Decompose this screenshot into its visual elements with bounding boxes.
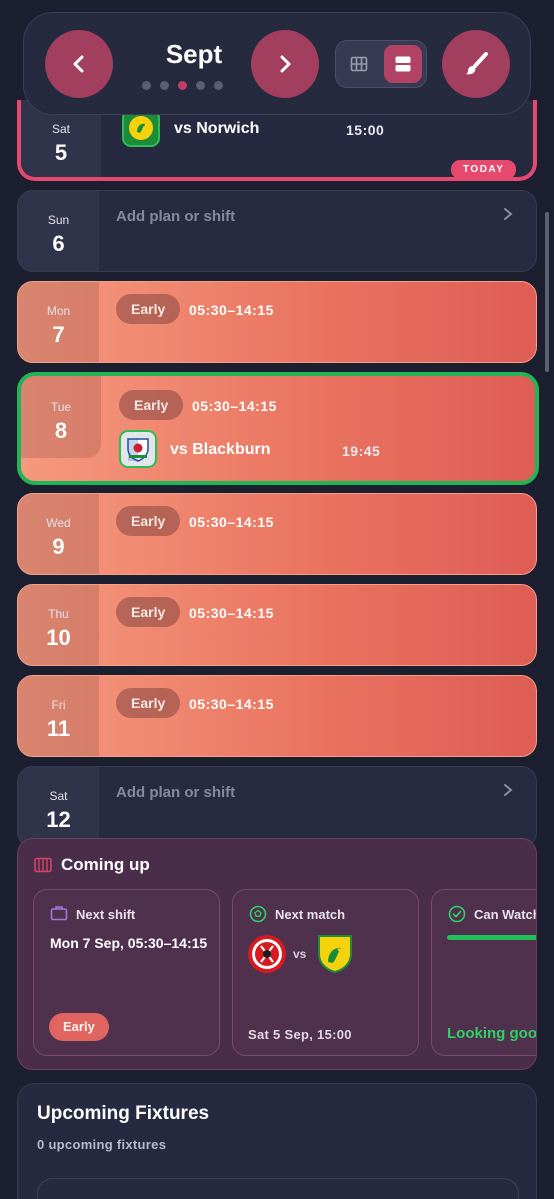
day-card-shift[interactable]: Wed 9 Early 05:30–14:15 bbox=[17, 493, 537, 575]
card-title: Can Watch bbox=[474, 907, 537, 922]
fixtures-list bbox=[37, 1178, 519, 1199]
theme-button[interactable] bbox=[442, 30, 510, 98]
page-dot[interactable] bbox=[214, 81, 223, 90]
calendar-icon bbox=[34, 857, 52, 873]
can-watch-card[interactable]: Can Watch Looking good bbox=[431, 889, 537, 1056]
chevron-right-icon bbox=[280, 55, 291, 73]
card-title: Next shift bbox=[76, 907, 136, 922]
day-number: 5 bbox=[54, 140, 68, 165]
day-number: 6 bbox=[52, 231, 65, 256]
add-plan-prompt[interactable]: Add plan or shift bbox=[116, 208, 235, 225]
shift-type-pill: Early bbox=[49, 1013, 109, 1041]
coming-up-panel: Coming up Next shift Mon 7 Sep, 05:30–14… bbox=[17, 838, 537, 1070]
day-number: 12 bbox=[46, 807, 71, 832]
football-icon bbox=[249, 905, 267, 923]
briefcase-icon bbox=[50, 906, 68, 921]
vs-label: vs bbox=[293, 947, 307, 961]
can-watch-status: Looking good bbox=[447, 1025, 537, 1042]
shift-type-pill: Early bbox=[116, 506, 181, 536]
next-match-datetime: Sat 5 Sep, 15:00 bbox=[248, 1027, 352, 1042]
blackburn-crest-icon bbox=[119, 430, 157, 468]
card-title: Next match bbox=[275, 907, 346, 922]
day-name: Thu bbox=[48, 607, 69, 621]
chevron-right-icon bbox=[504, 784, 513, 796]
day-card-shift[interactable]: Thu 10 Early 05:30–14:15 bbox=[17, 584, 537, 666]
match-opponent: vs Norwich bbox=[174, 120, 260, 137]
fixtures-count: 0 upcoming fixtures bbox=[37, 1137, 167, 1152]
shift-time: 05:30–14:15 bbox=[189, 605, 274, 621]
match-kickoff: 19:45 bbox=[342, 443, 381, 459]
day-card-empty[interactable]: Sun 6 Add plan or shift bbox=[17, 190, 537, 272]
match-kickoff: 15:00 bbox=[346, 122, 385, 138]
day-name: Wed bbox=[46, 516, 71, 530]
grid-icon bbox=[350, 56, 368, 72]
page-dot-active[interactable] bbox=[178, 81, 187, 90]
norwich-crest-icon bbox=[318, 935, 352, 974]
next-shift-card[interactable]: Next shift Mon 7 Sep, 05:30–14:15 Early bbox=[33, 889, 220, 1056]
day-number: 11 bbox=[46, 716, 71, 741]
page-dot[interactable] bbox=[142, 81, 151, 90]
page-dot[interactable] bbox=[160, 81, 169, 90]
date-column: Sun 6 bbox=[18, 191, 99, 271]
scrollbar[interactable] bbox=[545, 212, 549, 372]
day-name: Sat bbox=[51, 122, 70, 136]
date-column: Tue 8 bbox=[21, 376, 101, 458]
grid-view-button[interactable] bbox=[340, 45, 378, 83]
shift-type-pill: Early bbox=[119, 390, 184, 420]
month-title: Sept bbox=[165, 39, 223, 69]
day-number: 7 bbox=[52, 322, 65, 347]
coming-up-carousel[interactable]: Next shift Mon 7 Sep, 05:30–14:15 Early … bbox=[33, 889, 537, 1057]
day-card-empty[interactable]: Sat 12 Add plan or shift bbox=[17, 766, 537, 848]
prev-month-button[interactable] bbox=[45, 30, 113, 98]
shift-time: 05:30–14:15 bbox=[192, 398, 277, 414]
upcoming-fixtures-panel: Upcoming Fixtures 0 upcoming fixtures bbox=[17, 1083, 537, 1199]
day-name: Fri bbox=[51, 698, 66, 712]
day-card-shift[interactable]: Fri 11 Early 05:30–14:15 bbox=[17, 675, 537, 757]
date-column: Thu 10 bbox=[18, 585, 99, 665]
day-name: Sat bbox=[49, 789, 68, 803]
list-view-button[interactable] bbox=[384, 45, 422, 83]
shift-type-pill: Early bbox=[116, 688, 181, 718]
today-badge: TODAY bbox=[451, 160, 517, 179]
list-icon bbox=[395, 56, 411, 72]
day-name: Tue bbox=[50, 400, 72, 414]
day-number: 9 bbox=[52, 534, 65, 559]
day-number: 10 bbox=[46, 625, 71, 650]
shift-type-pill: Early bbox=[116, 597, 181, 627]
shift-time: 05:30–14:15 bbox=[189, 696, 274, 712]
day-name: Sun bbox=[47, 213, 70, 227]
next-match-card[interactable]: Next match vs Sat 5 Sep, 15:00 bbox=[232, 889, 419, 1056]
date-column: Mon 7 bbox=[18, 282, 99, 362]
chevron-right-icon bbox=[504, 208, 513, 220]
date-column: Sat 12 bbox=[18, 767, 99, 847]
fixtures-title: Upcoming Fixtures bbox=[37, 1103, 210, 1124]
watch-progress-bar bbox=[447, 935, 536, 940]
page-indicator bbox=[142, 81, 223, 90]
view-toggle bbox=[335, 40, 427, 88]
shift-time: 05:30–14:15 bbox=[189, 514, 274, 530]
page-dot[interactable] bbox=[196, 81, 205, 90]
date-column: Fri 11 bbox=[18, 676, 99, 756]
check-circle-icon bbox=[448, 905, 466, 923]
day-card-shift[interactable]: Mon 7 Early 05:30–14:15 bbox=[17, 281, 537, 363]
shift-time: 05:30–14:15 bbox=[189, 302, 274, 318]
month-header: Sept bbox=[23, 12, 531, 115]
day-name: Mon bbox=[46, 304, 71, 318]
day-card-selected[interactable]: Tue 8 Early 05:30–14:15 vs Blackburn 19:… bbox=[17, 372, 539, 485]
coming-up-title: Coming up bbox=[61, 855, 150, 874]
chevron-left-icon bbox=[73, 55, 84, 73]
shift-type-pill: Early bbox=[116, 294, 181, 324]
match-opponent: vs Blackburn bbox=[170, 441, 271, 458]
date-column: Wed 9 bbox=[18, 494, 99, 574]
paintbrush-icon bbox=[466, 52, 488, 75]
sheffield-united-crest-icon bbox=[248, 935, 286, 973]
next-shift-detail: Mon 7 Sep, 05:30–14:15 bbox=[50, 935, 208, 951]
next-month-button[interactable] bbox=[251, 30, 319, 98]
add-plan-prompt[interactable]: Add plan or shift bbox=[116, 784, 235, 801]
day-number: 8 bbox=[54, 418, 68, 443]
